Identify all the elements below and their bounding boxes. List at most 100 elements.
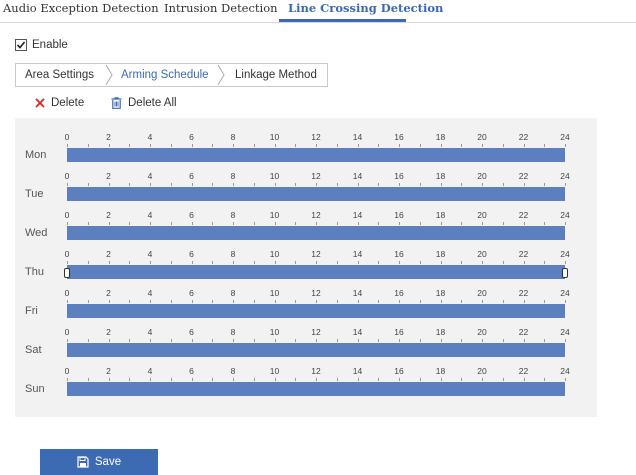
delete-button[interactable]: Delete [35, 95, 84, 111]
hour-tick [440, 261, 442, 264]
hour-tick [502, 339, 504, 342]
schedule-bar-tue[interactable] [67, 187, 565, 201]
top-tab-bar: Audio Exception Detection Intrusion Dete… [0, 0, 636, 23]
hour-tick-label: 0 [64, 249, 70, 259]
hour-tick-label: 4 [147, 327, 153, 337]
hour-tick [378, 300, 380, 303]
schedule-bar-sat[interactable] [67, 343, 565, 357]
hour-tick-label: 8 [230, 210, 236, 220]
hour-tick [67, 261, 68, 264]
subtab-arming-schedule[interactable]: Arming Schedule [121, 64, 209, 86]
hour-tick [482, 183, 483, 186]
day-label: Sat [25, 344, 42, 356]
hour-tick [274, 183, 276, 186]
hour-tick-label: 0 [64, 366, 70, 376]
hour-tick [357, 144, 359, 147]
hour-tick [565, 339, 566, 342]
hour-tick [502, 144, 504, 147]
resize-handle-right[interactable] [562, 268, 568, 278]
hour-tick-label: 10 [269, 327, 280, 337]
schedule-bar-mon[interactable] [67, 148, 565, 162]
hour-tick [129, 144, 131, 147]
schedule-bar-thu[interactable] [64, 265, 568, 279]
hour-tick [170, 183, 172, 186]
hour-tick-label: 14 [352, 366, 363, 376]
hour-tick [253, 144, 255, 147]
hour-tick [191, 378, 193, 381]
hour-tick [502, 378, 504, 381]
tab-intrusion-detection[interactable]: Intrusion Detection [164, 1, 278, 15]
hour-tick-label: 2 [106, 249, 111, 259]
tab-line-crossing-detection[interactable]: Line Crossing Detection [288, 1, 443, 15]
hour-tick [523, 222, 525, 225]
hour-tick [274, 144, 276, 147]
hour-tick [129, 300, 131, 303]
resize-handle-left[interactable] [64, 268, 70, 278]
hour-tick-label: 6 [189, 210, 194, 220]
hour-tick-label: 24 [560, 171, 570, 181]
hour-tick [150, 222, 151, 225]
hour-tick-label: 14 [352, 132, 363, 142]
hour-tick [482, 222, 483, 225]
hour-tick [523, 300, 525, 303]
hour-tick [461, 378, 463, 381]
hour-tick-label: 20 [477, 249, 487, 259]
hour-tick [461, 339, 463, 342]
hour-tick-label: 12 [311, 327, 321, 337]
hour-tick [399, 378, 400, 381]
hour-tick [419, 144, 421, 147]
hour-tick-label: 16 [394, 171, 404, 181]
hour-tick [295, 144, 297, 147]
hour-tick [295, 261, 297, 264]
hour-tick [523, 339, 525, 342]
hour-tick [357, 300, 359, 303]
hour-tick-label: 4 [147, 132, 153, 142]
hour-tick [419, 183, 421, 186]
hour-tick-label: 22 [518, 210, 529, 220]
hour-tick-label: 10 [269, 288, 280, 298]
active-tab-indicator [279, 19, 406, 22]
hour-tick [191, 339, 193, 342]
hour-tick [170, 261, 172, 264]
checkmark-icon [16, 41, 26, 49]
hour-tick [419, 300, 421, 303]
hour-tick [565, 261, 566, 264]
hour-tick-label: 2 [106, 288, 111, 298]
delete-all-button[interactable]: Delete All [111, 95, 177, 111]
hour-tick [440, 378, 442, 381]
hour-tick [295, 300, 297, 303]
hour-tick [316, 339, 317, 342]
hour-tick [233, 339, 234, 342]
schedule-bar-wed[interactable] [67, 226, 565, 240]
hour-tick [440, 222, 442, 225]
schedule-bar-sun[interactable] [67, 382, 565, 396]
schedule-bar-fri[interactable] [67, 304, 565, 318]
hour-tick [502, 300, 504, 303]
hour-tick [523, 144, 525, 147]
trash-icon [111, 97, 122, 109]
hour-tick [108, 261, 110, 264]
hour-tick [440, 144, 442, 147]
hour-tick [565, 144, 566, 147]
save-button[interactable]: Save [40, 449, 158, 475]
hour-tick-label: 20 [477, 366, 487, 376]
hour-tick [67, 339, 68, 342]
hour-tick [357, 378, 359, 381]
hour-tick-label: 4 [147, 171, 153, 181]
hour-tick-label: 16 [394, 249, 404, 259]
hour-tick-label: 8 [230, 249, 236, 259]
hour-tick-label: 22 [518, 132, 529, 142]
hour-tick [440, 300, 442, 303]
hour-tick [67, 144, 68, 147]
hour-tick [274, 261, 276, 264]
tab-audio-exception-detection[interactable]: Audio Exception Detection [3, 1, 159, 15]
hour-tick [399, 300, 400, 303]
hour-tick-label: 2 [106, 171, 111, 181]
hour-tick-label: 14 [352, 249, 363, 259]
hour-tick [212, 378, 214, 381]
hour-tick-label: 4 [147, 366, 153, 376]
subtab-linkage-method[interactable]: Linkage Method [235, 64, 317, 86]
subtab-area-settings[interactable]: Area Settings [25, 64, 94, 86]
enable-checkbox[interactable] [15, 39, 27, 51]
hour-tick [440, 183, 442, 186]
